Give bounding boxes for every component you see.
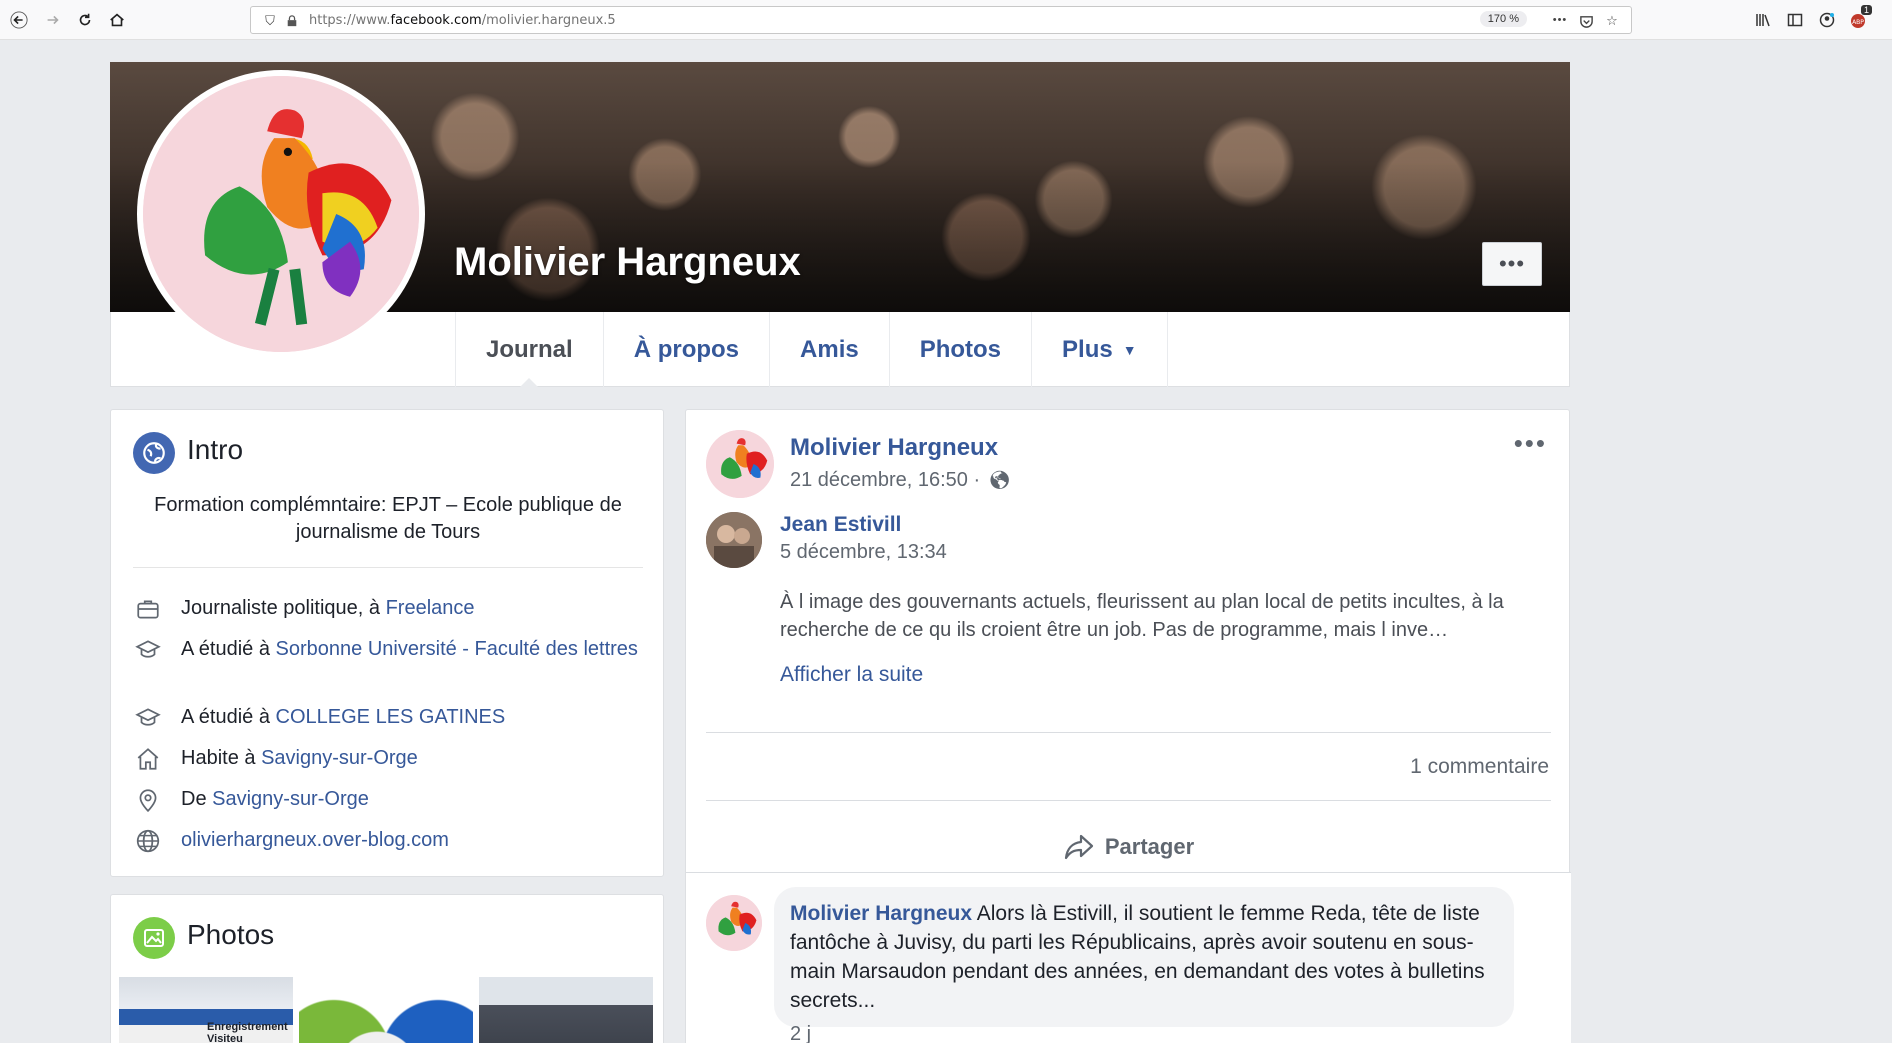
account-icon[interactable] bbox=[1816, 9, 1838, 31]
caret-down-icon: ▼ bbox=[1122, 341, 1137, 358]
post-author-name[interactable]: Molivier Hargneux bbox=[790, 434, 998, 462]
intro-item-education-1: A étudié à Sorbonne Université - Faculté… bbox=[133, 636, 643, 663]
photo-thumb-2[interactable] bbox=[299, 977, 473, 1043]
shared-author-avatar[interactable] bbox=[706, 512, 762, 568]
post-divider bbox=[706, 732, 1551, 733]
bookmark-star-icon[interactable]: ☆ bbox=[1603, 12, 1621, 30]
tab-photos[interactable]: Photos bbox=[888, 312, 1031, 387]
intro-item-text: A étudié à bbox=[181, 706, 276, 728]
reload-icon bbox=[79, 13, 91, 26]
forward-button[interactable] bbox=[38, 5, 68, 35]
arrow-left-icon bbox=[10, 11, 28, 29]
intro-item-website: olivierhargneux.over-blog.com bbox=[133, 827, 643, 854]
tab-plus-label: Plus bbox=[1062, 335, 1113, 363]
home-icon bbox=[133, 745, 163, 772]
comments-section: Molivier Hargneux Alors là Estivill, il … bbox=[686, 872, 1571, 1043]
url-text[interactable]: https://www.facebook.com/molivier.hargne… bbox=[309, 13, 616, 28]
home-button[interactable] bbox=[102, 5, 132, 35]
graduation-cap-icon bbox=[133, 636, 163, 663]
intro-item-work: Journaliste politique, à Freelance bbox=[133, 595, 643, 622]
profile-picture[interactable] bbox=[137, 70, 425, 358]
tab-amis[interactable]: Amis bbox=[769, 312, 889, 387]
intro-link-college[interactable]: COLLEGE LES GATINES bbox=[276, 706, 506, 728]
url-bar[interactable]: ⛉ https://www.facebook.com/molivier.harg… bbox=[250, 6, 1632, 34]
comment-bubble: Molivier Hargneux Alors là Estivill, il … bbox=[774, 887, 1514, 1027]
post-divider bbox=[706, 800, 1551, 801]
comment-author-name[interactable]: Molivier Hargneux bbox=[790, 902, 972, 925]
post-author-avatar[interactable] bbox=[706, 430, 774, 498]
extension-badge: 1 bbox=[1860, 5, 1872, 15]
photos-title: Photos bbox=[187, 919, 275, 950]
adblock-extension-icon[interactable]: ABP 1 bbox=[1848, 5, 1872, 31]
rooster-logo-icon bbox=[706, 430, 774, 498]
post-card: Molivier Hargneux 21 décembre, 16:50 · 🌎︎… bbox=[685, 409, 1571, 1043]
location-pin-icon bbox=[133, 786, 163, 813]
page-actions-button[interactable]: ••• bbox=[1551, 11, 1569, 29]
rooster-logo-icon bbox=[706, 895, 762, 951]
pocket-icon[interactable] bbox=[1577, 12, 1595, 30]
reload-button[interactable] bbox=[70, 5, 100, 35]
share-arrow-icon bbox=[1064, 834, 1093, 860]
sidebar-icon[interactable] bbox=[1784, 9, 1806, 31]
shared-post-text: À l image des gouvernants actuels, fleur… bbox=[780, 591, 1504, 641]
briefcase-icon bbox=[133, 595, 163, 622]
photos-card: Photos Enregistrement Visiteu bbox=[110, 894, 664, 1043]
shared-author-name[interactable]: Jean Estivill bbox=[780, 513, 901, 537]
intro-item-text: Journaliste politique, à bbox=[181, 597, 386, 619]
intro-link-website[interactable]: olivierhargneux.over-blog.com bbox=[181, 829, 449, 851]
intro-divider bbox=[133, 567, 643, 568]
share-label: Partager bbox=[1104, 834, 1195, 859]
photo-thumb-1-caption: Enregistrement Visiteu bbox=[207, 1021, 288, 1043]
share-button[interactable]: Partager bbox=[686, 822, 1571, 872]
intro-link-freelance[interactable]: Freelance bbox=[386, 597, 475, 619]
intro-link-from[interactable]: Savigny-sur-Orge bbox=[212, 788, 369, 810]
tab-a-propos[interactable]: À propos bbox=[602, 312, 769, 387]
zoom-level[interactable]: 170 % bbox=[1479, 11, 1527, 27]
globe-icon bbox=[133, 827, 163, 854]
photo-thumb-3[interactable] bbox=[479, 977, 653, 1043]
post-options-button[interactable]: ••• bbox=[1514, 428, 1547, 459]
globe-icon bbox=[133, 432, 175, 474]
photo-thumb-1[interactable]: Enregistrement Visiteu bbox=[119, 977, 293, 1043]
profile-name[interactable]: Molivier Hargneux bbox=[454, 240, 801, 285]
intro-title: Intro bbox=[187, 434, 244, 465]
globe-icon: 🌎︎ bbox=[988, 470, 1011, 490]
comment-count[interactable]: 1 commentaire bbox=[1410, 755, 1549, 779]
graduation-cap-icon bbox=[133, 704, 163, 731]
intro-item-text: De bbox=[181, 788, 213, 810]
tab-plus[interactable]: Plus ▼ bbox=[1031, 312, 1168, 387]
post-timestamp[interactable]: 21 décembre, 16:50 · 🌎︎ bbox=[790, 469, 1011, 492]
comment-time[interactable]: 2 j bbox=[790, 1023, 811, 1043]
browser-toolbar: ⛉ https://www.facebook.com/molivier.harg… bbox=[0, 0, 1892, 40]
back-button[interactable] bbox=[4, 5, 34, 35]
post-time-text: 21 décembre, 16:50 · bbox=[790, 469, 981, 491]
intro-description: Formation complémntaire: EPJT – Ecole pu… bbox=[154, 494, 622, 543]
intro-item-text: A étudié à bbox=[181, 638, 276, 660]
lock-icon[interactable] bbox=[283, 12, 301, 30]
intro-item-lives-in: Habite à Savigny-sur-Orge bbox=[133, 745, 643, 772]
home-icon bbox=[110, 13, 124, 27]
shared-timestamp[interactable]: 5 décembre, 13:34 bbox=[780, 541, 947, 564]
intro-item-education-2: A étudié à COLLEGE LES GATINES bbox=[133, 704, 643, 731]
arrow-right-icon bbox=[47, 15, 59, 25]
rooster-logo-icon bbox=[143, 76, 419, 352]
intro-item-from: De Savigny-sur-Orge bbox=[133, 786, 643, 813]
intro-link-sorbonne[interactable]: Sorbonne Université - Faculté des lettre… bbox=[276, 638, 638, 660]
intro-item-text: Habite à bbox=[181, 747, 262, 769]
see-more-link[interactable]: Afficher la suite bbox=[780, 663, 923, 687]
intro-link-lives-in[interactable]: Savigny-sur-Orge bbox=[261, 747, 418, 769]
shield-icon[interactable]: ⛉ bbox=[261, 12, 279, 30]
comment-author-avatar[interactable] bbox=[706, 895, 762, 951]
photo-icon bbox=[133, 917, 175, 959]
tab-journal[interactable]: Journal bbox=[455, 312, 603, 388]
cover-more-button[interactable]: ••• bbox=[1482, 242, 1542, 286]
svg-text:ABP: ABP bbox=[1852, 19, 1864, 26]
intro-card: Intro Formation complémntaire: EPJT – Ec… bbox=[110, 409, 664, 877]
library-icon[interactable] bbox=[1752, 9, 1774, 31]
